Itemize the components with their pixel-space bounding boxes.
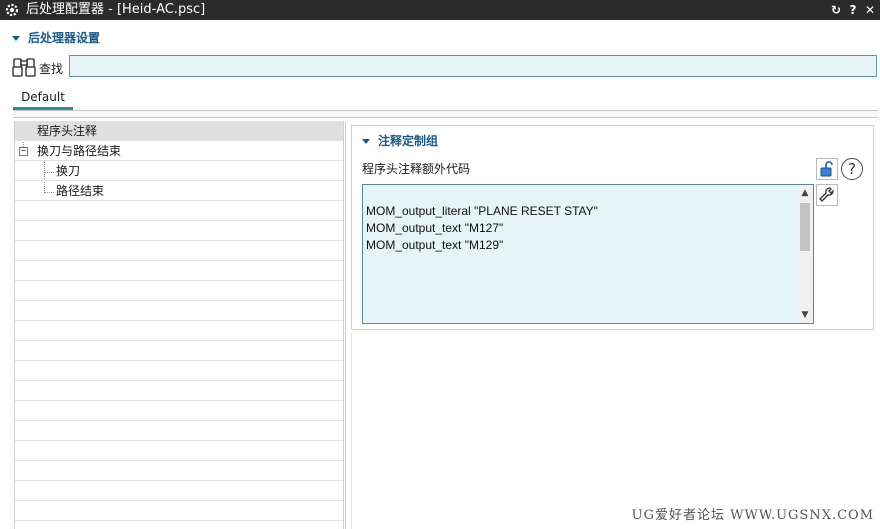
window-titlebar: 后处理配置器 - [Heid-AC.psc] ↻ ? ✕: [0, 0, 880, 20]
section-title: 后处理器设置: [28, 31, 101, 45]
tree-row-empty: [15, 421, 343, 441]
tree-row-empty: [15, 261, 343, 281]
tree-row-empty: [15, 241, 343, 261]
tree-row-empty: [15, 201, 343, 221]
extra-code-label: 程序头注释额外代码: [362, 162, 471, 176]
help-button[interactable]: ?: [841, 158, 863, 180]
edit-button[interactable]: [816, 184, 838, 206]
tree-item-toolchange-path-end[interactable]: − 换刀与路径结束: [15, 141, 343, 161]
tree-item-label: 路径结束: [56, 184, 105, 198]
wrench-icon: [819, 187, 834, 202]
panel-splitter[interactable]: [345, 121, 346, 529]
extra-code-textarea[interactable]: MOM_output_literal "PLANE RESET STAY" MO…: [362, 184, 814, 324]
question-icon: ?: [848, 160, 856, 178]
tree-row-empty: [15, 461, 343, 481]
code-line: MOM_output_literal "PLANE RESET STAY": [366, 204, 598, 218]
scroll-down-icon[interactable]: ▼: [797, 307, 813, 323]
code-line: MOM_output_text "M127": [366, 221, 504, 235]
comment-customization-group: 注释定制组 程序头注释额外代码 MOM_output_literal "PLAN…: [351, 125, 874, 330]
lower-empty-panel: [351, 333, 875, 529]
tree-row-empty: [15, 381, 343, 401]
tree-item-path-end[interactable]: 路径结束: [15, 181, 343, 201]
refresh-icon[interactable]: ↻: [828, 2, 844, 18]
tree-row-empty: [15, 281, 343, 301]
postprocessor-settings-header[interactable]: 后处理器设置: [12, 29, 100, 46]
tab-strip-divider: [13, 110, 878, 118]
tree-row-empty: [15, 301, 343, 321]
tree-item-label: 换刀: [56, 164, 81, 178]
tree-item-header-comment[interactable]: 程序头注释: [15, 121, 343, 141]
tab-default[interactable]: Default: [13, 85, 73, 110]
lock-button[interactable]: [816, 158, 838, 180]
gear-icon: [5, 3, 19, 17]
tree-row-empty: [15, 441, 343, 461]
group-title: 注释定制组: [378, 134, 439, 148]
code-line: MOM_output_text "M129": [366, 238, 504, 252]
tree-item-label: 程序头注释: [37, 124, 98, 138]
tree-row-empty: [15, 501, 343, 521]
find-input[interactable]: [69, 55, 877, 77]
find-label: 查找: [39, 62, 64, 76]
tree-row-empty: [15, 481, 343, 501]
collapse-minus-icon[interactable]: −: [19, 147, 28, 156]
settings-tree: 程序头注释 − 换刀与路径结束 换刀 路径结束: [14, 121, 344, 529]
tree-row-empty: [15, 361, 343, 381]
tree-row-empty: [15, 401, 343, 421]
tree-row-empty: [15, 341, 343, 361]
close-icon[interactable]: ✕: [862, 2, 878, 18]
scroll-thumb[interactable]: [800, 203, 810, 251]
tree-item-toolchange[interactable]: 换刀: [15, 161, 343, 181]
watermark-text: UG爱好者论坛 WWW.UGSNX.COM: [631, 508, 874, 523]
vertical-scrollbar[interactable]: ▲ ▼: [797, 185, 813, 323]
tree-item-label: 换刀与路径结束: [37, 144, 122, 158]
scroll-up-icon[interactable]: ▲: [797, 185, 813, 201]
collapse-triangle-icon: [12, 36, 20, 41]
binoculars-icon: [12, 58, 36, 77]
group-header[interactable]: 注释定制组: [362, 132, 438, 149]
tree-row-empty: [15, 221, 343, 241]
collapse-triangle-icon: [362, 139, 370, 144]
tree-row-empty: [15, 321, 343, 341]
help-icon[interactable]: ?: [845, 2, 861, 18]
lock-icon: [820, 161, 833, 177]
window-title: 后处理配置器 - [Heid-AC.psc]: [26, 2, 206, 17]
